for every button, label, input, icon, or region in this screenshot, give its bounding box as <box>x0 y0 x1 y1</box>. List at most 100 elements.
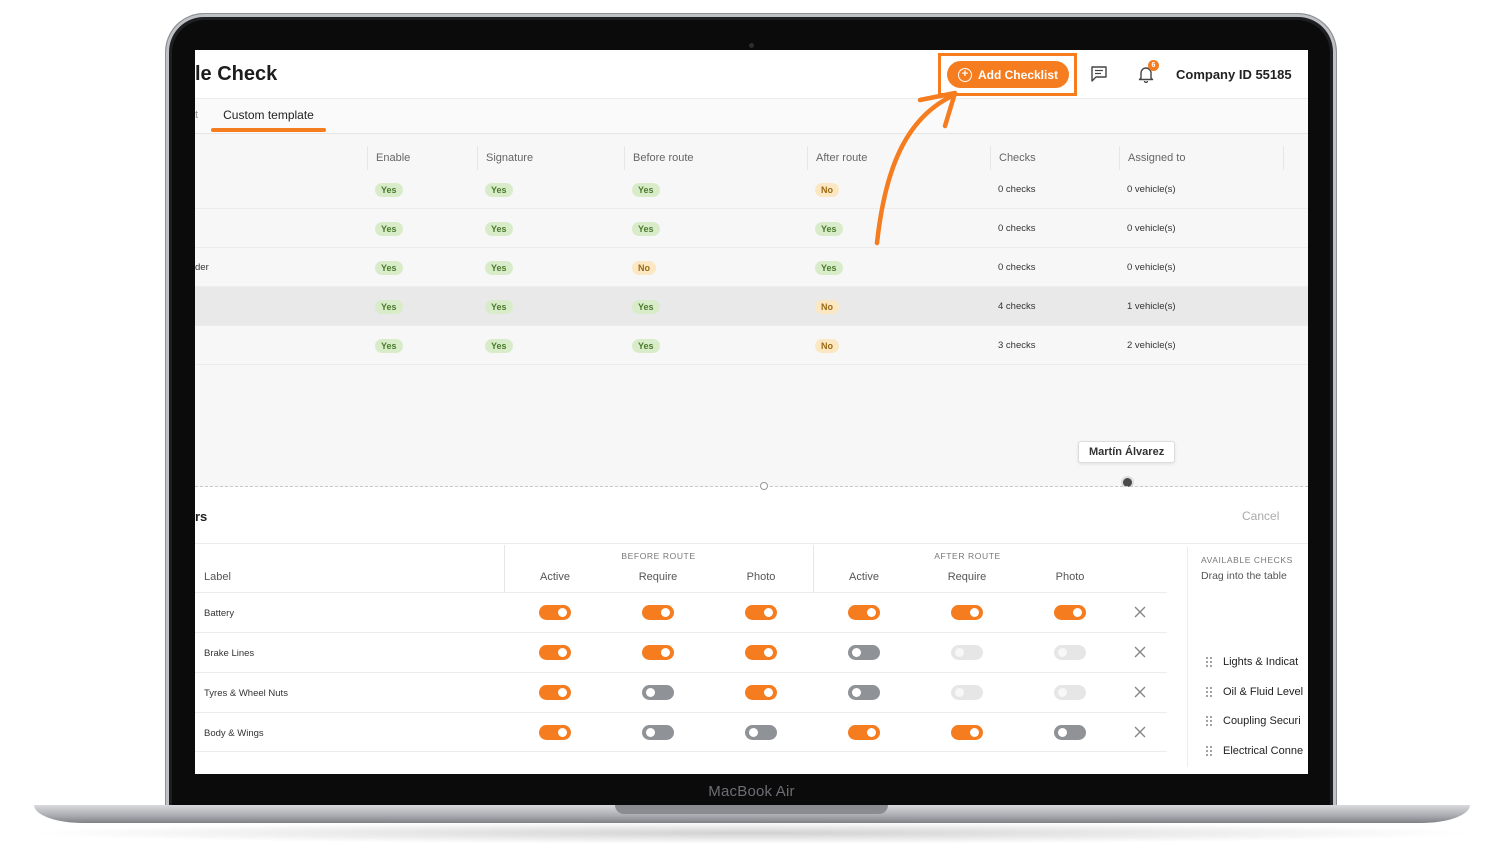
row-name: der <box>195 262 209 273</box>
status-badge: Yes <box>632 182 660 197</box>
company-id[interactable]: Company ID 55185 <box>1176 67 1292 82</box>
checklist-row[interactable]: Brake Lines <box>195 632 1167 672</box>
available-checks-title: AVAILABLE CHECKS <box>1201 555 1293 565</box>
drag-handle-icon[interactable] <box>1205 745 1213 757</box>
status-badge: No <box>632 260 656 275</box>
tab-custom-template[interactable]: Custom template <box>211 108 326 122</box>
laptop-notch <box>615 805 888 814</box>
before-require-toggle[interactable] <box>642 685 674 700</box>
after-require-toggle[interactable] <box>951 725 983 740</box>
col-after-route[interactable]: After route <box>807 146 990 170</box>
before-photo-toggle[interactable] <box>745 725 777 740</box>
before-photo-toggle[interactable] <box>745 685 777 700</box>
available-check-label: Electrical Conne <box>1223 744 1304 757</box>
after-photo-toggle[interactable] <box>1054 725 1086 740</box>
after-require-header: Require <box>947 571 987 583</box>
table-row[interactable]: Yes Yes Yes Yes 0 checks 0 vehicle(s) <box>195 209 1308 248</box>
before-active-toggle[interactable] <box>539 725 571 740</box>
checklist-editor-panel: rs Cancel BEFORE ROUTE AFTER ROUTE Label… <box>195 487 1308 774</box>
remove-icon[interactable] <box>1133 605 1147 619</box>
after-require-toggle[interactable] <box>951 645 983 660</box>
remove-icon[interactable] <box>1133 645 1147 659</box>
status-badge: Yes <box>632 299 660 314</box>
col-assigned-to[interactable]: Assigned to <box>1119 146 1284 170</box>
remove-icon[interactable] <box>1133 725 1147 739</box>
checks-count: 4 checks <box>998 301 1036 312</box>
before-active-toggle[interactable] <box>539 605 571 620</box>
available-check-item[interactable]: Electrical Conne <box>1205 741 1303 761</box>
after-active-toggle[interactable] <box>848 605 880 620</box>
assigned-vehicles-link[interactable]: 0 vehicle(s) <box>1127 209 1176 248</box>
after-photo-toggle[interactable] <box>1054 605 1086 620</box>
available-check-item[interactable]: Lights & Indicat <box>1205 652 1298 672</box>
remove-icon[interactable] <box>1133 685 1147 699</box>
checklist-row[interactable]: Tyres & Wheel Nuts <box>195 672 1167 712</box>
page-title: le Check <box>195 63 278 85</box>
before-active-toggle[interactable] <box>539 685 571 700</box>
status-badge: Yes <box>815 260 843 275</box>
editor-title: rs <box>195 509 208 524</box>
table-row[interactable]: Yes Yes Yes No 0 checks 0 vehicle(s) <box>195 170 1308 209</box>
status-badge: Yes <box>632 338 660 353</box>
after-active-toggle[interactable] <box>848 685 880 700</box>
status-badge: No <box>815 338 839 353</box>
available-checks-divider <box>1187 547 1188 767</box>
templates-table-header: Enable Signature Before route After rout… <box>195 146 1295 170</box>
before-photo-header: Photo <box>746 571 776 583</box>
assigned-vehicles-link[interactable]: 0 vehicle(s) <box>1127 170 1176 209</box>
before-require-header: Require <box>638 571 678 583</box>
panel-resize-divider[interactable] <box>195 486 1308 487</box>
before-route-group-label: BEFORE ROUTE <box>621 551 696 561</box>
assigned-vehicles-link[interactable]: 1 vehicle(s) <box>1127 287 1176 326</box>
before-active-toggle[interactable] <box>539 645 571 660</box>
status-badge: Yes <box>632 221 660 236</box>
after-require-toggle[interactable] <box>951 685 983 700</box>
assigned-vehicles-link[interactable]: 0 vehicle(s) <box>1127 248 1176 287</box>
drag-handle-icon[interactable] <box>1205 715 1213 727</box>
chat-icon[interactable] <box>1090 65 1108 83</box>
checklist-row[interactable]: Body & Wings <box>195 712 1167 752</box>
device-brand-label: MacBook Air <box>708 783 795 800</box>
drag-handle-icon[interactable] <box>1205 656 1213 668</box>
before-photo-toggle[interactable] <box>745 645 777 660</box>
status-badge: Yes <box>485 338 513 353</box>
status-badge: Yes <box>375 338 403 353</box>
table-row-selected[interactable]: Yes Yes Yes No 4 checks 1 vehicle(s) <box>195 287 1308 326</box>
resize-handle-icon[interactable] <box>760 482 768 490</box>
before-active-header: Active <box>540 571 570 583</box>
col-before-route[interactable]: Before route <box>624 146 807 170</box>
before-photo-toggle[interactable] <box>745 605 777 620</box>
checks-count: 0 checks <box>998 223 1036 234</box>
after-active-toggle[interactable] <box>848 645 880 660</box>
col-signature[interactable]: Signature <box>477 146 624 170</box>
before-require-toggle[interactable] <box>642 645 674 660</box>
col-enable[interactable]: Enable <box>367 146 477 170</box>
editor-divider <box>195 543 1308 544</box>
tab-default[interactable]: t <box>195 109 198 121</box>
before-require-toggle[interactable] <box>642 605 674 620</box>
after-active-toggle[interactable] <box>848 725 880 740</box>
status-badge: Yes <box>485 221 513 236</box>
after-require-toggle[interactable] <box>951 605 983 620</box>
table-row[interactable]: der Yes Yes No Yes 0 checks 0 vehicle(s) <box>195 248 1308 287</box>
after-photo-toggle[interactable] <box>1054 685 1086 700</box>
available-check-item[interactable]: Oil & Fluid Level <box>1205 682 1303 702</box>
col-checks[interactable]: Checks <box>990 146 1119 170</box>
available-check-item[interactable]: Interior <box>1205 770 1257 774</box>
checklist-row[interactable]: Battery <box>195 592 1167 632</box>
before-require-toggle[interactable] <box>642 725 674 740</box>
available-check-label: Oil & Fluid Level <box>1223 685 1304 698</box>
table-row[interactable]: Yes Yes Yes No 3 checks 2 vehicle(s) <box>195 326 1308 365</box>
assigned-vehicles-link[interactable]: 2 vehicle(s) <box>1127 326 1176 365</box>
cancel-button[interactable]: Cancel <box>1242 509 1279 523</box>
available-check-item[interactable]: Coupling Securi <box>1205 711 1301 731</box>
after-photo-toggle[interactable] <box>1054 645 1086 660</box>
after-route-group-label: AFTER ROUTE <box>934 551 1001 561</box>
check-label: Tyres & Wheel Nuts <box>204 687 288 699</box>
checks-count: 0 checks <box>998 184 1036 195</box>
status-badge: Yes <box>375 260 403 275</box>
drag-handle-icon[interactable] <box>1205 686 1213 698</box>
tab-bar: t Custom template <box>195 99 1308 134</box>
status-badge: No <box>815 182 839 197</box>
checks-count: 3 checks <box>998 340 1036 351</box>
